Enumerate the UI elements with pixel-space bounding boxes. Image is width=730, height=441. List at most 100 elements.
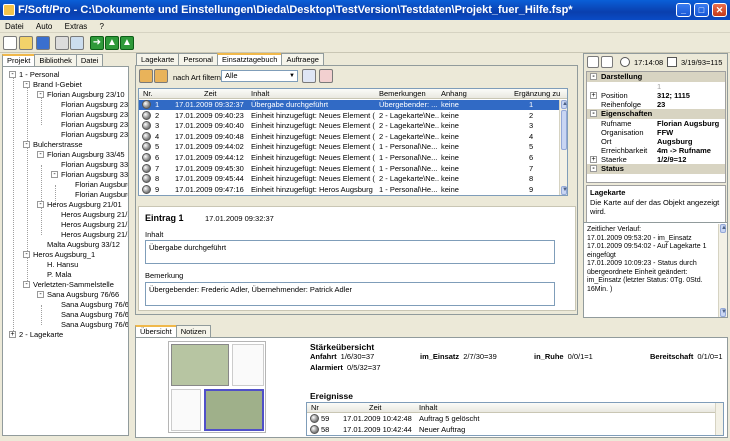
ev-col-inhalt[interactable]: Inhalt — [419, 403, 437, 413]
date-readout: 3/19/93=115 — [681, 58, 723, 67]
scroll-thumb[interactable] — [561, 110, 567, 150]
map-thumbnail[interactable] — [168, 341, 266, 433]
prop-section[interactable]: - Darstellung — [587, 72, 725, 82]
tab-projekt[interactable]: Projekt — [2, 54, 36, 66]
col-nr[interactable]: Nr. — [143, 89, 153, 99]
prop-row[interactable]: Reihenfolge 23 — [587, 100, 725, 109]
collapse-icon[interactable]: - — [37, 201, 44, 208]
collapse-icon[interactable]: - — [23, 141, 30, 148]
scroll-down-icon[interactable]: ▼ — [720, 308, 727, 317]
prop-section[interactable]: - Status — [587, 164, 725, 174]
tab-lagekarte[interactable]: Lagekarte — [136, 53, 180, 65]
journal-row[interactable]: 6 17.01.2009 09:44:12 Einheit hinzugefügt:… — [139, 153, 559, 163]
scroll-up-icon[interactable]: ▲ — [561, 100, 567, 109]
tab-personal[interactable]: Personal — [178, 53, 218, 65]
journal-row[interactable]: 5 17.01.2009 09:44:02 Einheit hinzugefügt:… — [139, 142, 559, 152]
collapse-icon[interactable]: - — [37, 91, 44, 98]
ev-col-nr[interactable]: Nr — [311, 403, 319, 413]
close-button[interactable]: ✕ — [712, 3, 727, 17]
tree-item-label: Florian Augsburg 3 — [75, 180, 129, 189]
journal-cell-erg: 8 — [529, 174, 534, 184]
arrow-up-alt-icon[interactable]: ▲ — [120, 36, 134, 50]
journal-row[interactable]: 3 17.01.2009 09:40:40 Einheit hinzugefügt:… — [139, 121, 559, 131]
journal-row[interactable]: 9 17.01.2009 09:47:16 Einheit hinzugefügt:… — [139, 184, 559, 195]
journal-list-view-icon[interactable] — [302, 69, 316, 83]
journal-cell-nr: 9 — [155, 184, 160, 194]
collapse-icon[interactable]: - — [23, 281, 30, 288]
events-heading: Ereignisse — [310, 391, 353, 401]
tab-uebersicht[interactable]: Übersicht — [135, 325, 177, 337]
journal-scrollbar[interactable]: ▲ ▼ — [559, 100, 567, 195]
expand-icon[interactable]: + — [9, 331, 16, 338]
expand-icon[interactable]: + — [590, 92, 597, 99]
minimize-button[interactable]: _ — [676, 3, 691, 17]
prop-row[interactable]: Rufname Florian Augsburg — [587, 119, 725, 128]
events-table: Nr Zeit Inhalt 59 17.01.2009 10:42:48 Auft… — [306, 402, 724, 436]
tree-item-label: Heros Augsburg 21/1! — [61, 230, 129, 239]
new-file-icon[interactable] — [3, 36, 17, 50]
tab-auftraege[interactable]: Auftraege — [281, 53, 324, 65]
collapse-icon[interactable]: - — [51, 171, 58, 178]
app-icon — [3, 4, 15, 16]
tab-einsatztagebuch[interactable]: Einsatztagebuch — [216, 53, 283, 65]
col-inhalt[interactable]: Inhalt — [251, 89, 269, 99]
collapse-icon[interactable]: - — [23, 81, 30, 88]
sort-az-icon[interactable] — [601, 56, 613, 68]
entry-bemerkung-field[interactable]: Übergebender: Frederic Adler, Übernehmen… — [145, 282, 555, 306]
tab-datei[interactable]: Datei — [75, 54, 104, 66]
collapse-icon[interactable]: - — [9, 71, 16, 78]
arrow-up-icon[interactable]: ▲ — [105, 36, 119, 50]
journal-row[interactable]: 1 17.01.2009 09:32:37 Übergabe durchgeführ… — [139, 100, 559, 110]
journal-delete-icon[interactable] — [319, 69, 333, 83]
prop-row[interactable]: Organisation FFW — [587, 128, 725, 137]
col-zeit[interactable]: Zeit — [204, 89, 217, 99]
menu-datei[interactable]: Datei — [0, 20, 29, 33]
journal-row[interactable]: 8 17.01.2009 09:45:44 Einheit hinzugefügt:… — [139, 174, 559, 184]
journal-cell-zeit: 17.01.2009 09:32:37 — [175, 100, 244, 109]
col-ergaenzung[interactable]: Ergänzung zu — [514, 89, 560, 99]
history-scrollbar[interactable]: ▲ ▼ — [718, 224, 727, 317]
collapse-icon[interactable]: - — [590, 165, 597, 172]
categorized-icon[interactable] — [587, 56, 599, 68]
prop-row[interactable]: Erreichbarkeit 4m -> Rufname — [587, 146, 725, 155]
prop-section-title: Darstellung — [601, 72, 643, 81]
open-folder-icon[interactable] — [19, 36, 33, 50]
menu-extras[interactable]: Extras — [60, 20, 93, 33]
journal-list-icon[interactable] — [139, 69, 153, 83]
event-row[interactable]: 59 17.01.2009 10:42:48 Auftrag 5 gelöscht — [307, 414, 715, 424]
event-row[interactable]: 58 17.01.2009 10:42:44 Neuer Auftrag — [307, 424, 715, 435]
tab-bibliothek[interactable]: Bibliothek — [34, 54, 77, 66]
collapse-icon[interactable]: - — [590, 73, 597, 80]
journal-row[interactable]: 7 17.01.2009 09:45:30 Einheit hinzugefügt:… — [139, 163, 559, 174]
menu-auto[interactable]: Auto — [31, 20, 57, 33]
menu-help[interactable]: ? — [95, 20, 109, 33]
ev-col-zeit[interactable]: Zeit — [369, 403, 382, 413]
collapse-icon[interactable]: - — [37, 291, 44, 298]
tab-notizen[interactable]: Notizen — [175, 325, 212, 337]
journal-new-icon[interactable] — [154, 69, 168, 83]
collapse-icon[interactable]: - — [23, 251, 30, 258]
journal-row[interactable]: 2 17.01.2009 09:40:23 Einheit hinzugefügt:… — [139, 110, 559, 121]
col-anhang[interactable]: Anhang — [441, 89, 467, 99]
print-icon[interactable] — [55, 36, 69, 50]
entry-bemerkung-label: Bemerkung — [145, 271, 184, 280]
prop-row[interactable]: Ort Augsburg — [587, 137, 725, 146]
collapse-icon[interactable]: - — [37, 151, 44, 158]
prop-row[interactable]: + Staerke 1/2/9=12 — [587, 155, 725, 164]
journal-row[interactable]: 4 17.01.2009 09:40:48 Einheit hinzugefügt:… — [139, 131, 559, 142]
arrow-right-icon[interactable]: ➜ — [90, 36, 104, 50]
scroll-up-icon[interactable]: ▲ — [720, 224, 727, 233]
prop-row[interactable]: + Position 312; 1115 — [587, 91, 725, 100]
col-bemerkungen[interactable]: Bemerkungen — [379, 89, 426, 99]
prop-row[interactable]: 1 — [587, 82, 725, 91]
save-icon[interactable] — [36, 36, 50, 50]
print-preview-icon[interactable] — [70, 36, 84, 50]
prop-section[interactable]: - Eigenschaften — [587, 109, 725, 119]
scroll-down-icon[interactable]: ▼ — [561, 186, 567, 195]
collapse-icon[interactable]: - — [590, 110, 597, 117]
entry-inhalt-field[interactable]: Übergabe durchgeführt — [145, 240, 555, 264]
events-scrollbar[interactable] — [715, 403, 723, 435]
expand-icon[interactable]: + — [590, 156, 597, 163]
filter-select[interactable]: Alle ▼ — [221, 70, 298, 82]
maximize-button[interactable]: □ — [694, 3, 709, 17]
